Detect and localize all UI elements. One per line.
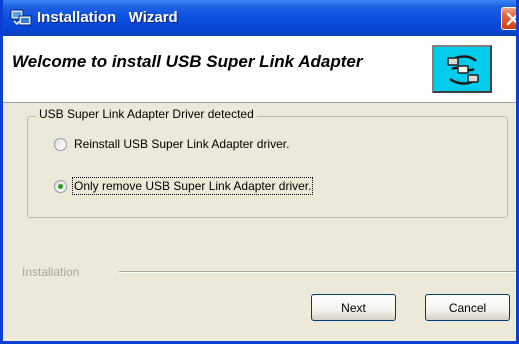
group-label: USB Super Link Adapter Driver detected: [36, 107, 257, 121]
radio-selected-dot: [58, 184, 63, 189]
close-icon: [506, 12, 516, 26]
close-button[interactable]: [501, 7, 516, 30]
header-icon-container: [432, 45, 492, 93]
window-title: Installation Wizard: [37, 9, 178, 26]
installation-wizard-window: Installation Wizard Welcome to install U…: [0, 0, 519, 344]
wizard-header: Welcome to install USB Super Link Adapte…: [3, 36, 516, 103]
remove-radio[interactable]: [54, 180, 67, 193]
page-title: Welcome to install USB Super Link Adapte…: [12, 52, 363, 71]
installation-section-label: Installation: [22, 265, 80, 279]
reinstall-option-label[interactable]: Reinstall USB Super Link Adapter driver.: [74, 137, 289, 151]
title-bar[interactable]: Installation Wizard: [3, 0, 516, 36]
driver-options-group: [27, 116, 508, 218]
reinstall-radio[interactable]: [54, 138, 67, 151]
usb-cable-icon: [447, 55, 479, 85]
cancel-button[interactable]: Cancel: [425, 294, 510, 321]
next-button[interactable]: Next: [311, 294, 396, 321]
installer-app-icon: [10, 9, 32, 26]
remove-option-label[interactable]: Only remove USB Super Link Adapter drive…: [71, 177, 314, 195]
section-divider: [119, 271, 516, 273]
